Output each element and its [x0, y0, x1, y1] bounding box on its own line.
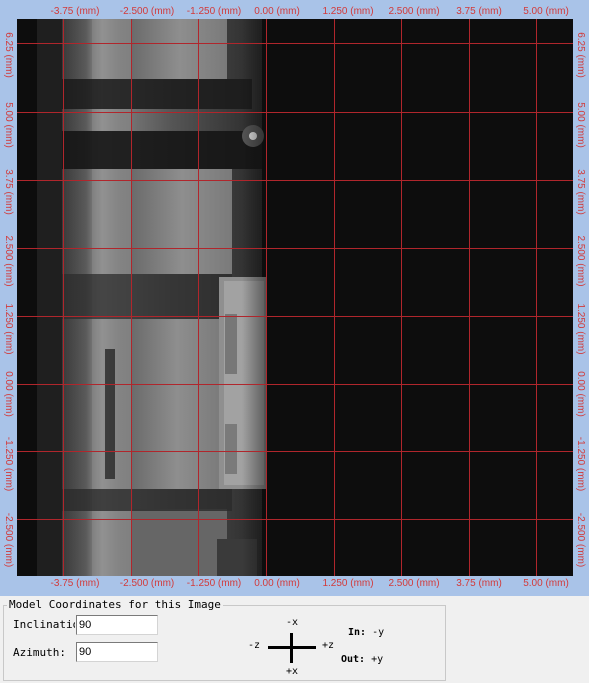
y-tick-label: 3.75 (mm)	[3, 169, 14, 215]
out-direction: Out: +y	[341, 654, 383, 666]
x-tick-label: 5.00 (mm)	[523, 578, 569, 589]
panel-title: Model Coordinates for this Image	[7, 598, 223, 612]
x-tick-label: 5.00 (mm)	[523, 6, 569, 17]
y-tick-label: 2.500 (mm)	[575, 235, 586, 287]
x-tick-label: -3.75 (mm)	[50, 578, 100, 589]
x-tick-label: 2.500 (mm)	[388, 578, 440, 589]
x-tick-label: -1.250 (mm)	[186, 6, 242, 17]
axis-left-label: -z	[248, 640, 261, 651]
x-tick-label: -2.500 (mm)	[119, 578, 175, 589]
y-tick-label: 2.500 (mm)	[3, 235, 14, 287]
x-tick-label: 1.250 (mm)	[322, 6, 374, 17]
inclination-label: Inclination:	[13, 618, 75, 631]
x-tick-label: 0.00 (mm)	[254, 578, 300, 589]
azimuth-input[interactable]	[76, 642, 158, 662]
x-tick-label: -1.250 (mm)	[186, 578, 242, 589]
x-tick-label: 3.75 (mm)	[456, 578, 502, 589]
axis-cross-icon	[268, 633, 316, 663]
azimuth-label: Azimuth:	[13, 646, 66, 659]
y-tick-label: 0.00 (mm)	[575, 371, 586, 417]
axis-right-label: +z	[322, 640, 335, 651]
y-tick-label: -2.500 (mm)	[575, 512, 586, 568]
axis-bottom-label: +x	[286, 666, 299, 677]
out-label: Out:	[341, 654, 366, 665]
y-tick-label: 3.75 (mm)	[575, 169, 586, 215]
y-tick-label: 0.00 (mm)	[3, 371, 14, 417]
y-tick-label: -1.250 (mm)	[575, 436, 586, 492]
x-tick-label: -2.500 (mm)	[119, 6, 175, 17]
y-tick-label: 1.250 (mm)	[3, 303, 14, 355]
x-tick-label: 0.00 (mm)	[254, 6, 300, 17]
xray-image-graphic	[17, 19, 573, 576]
axis-top-label: -x	[286, 617, 299, 628]
y-tick-label: 6.25 (mm)	[575, 32, 586, 78]
in-value: -y	[372, 627, 385, 638]
model-coordinates-panel	[3, 605, 446, 681]
y-tick-label: 5.00 (mm)	[575, 102, 586, 148]
out-value: +y	[371, 654, 384, 665]
y-tick-label: 5.00 (mm)	[3, 102, 14, 148]
x-tick-label: 1.250 (mm)	[322, 578, 374, 589]
y-tick-label: -1.250 (mm)	[3, 436, 14, 492]
xray-image[interactable]	[17, 19, 573, 576]
x-tick-label: 3.75 (mm)	[456, 6, 502, 17]
xray-image-viewer: -3.75 (mm) -2.500 (mm) -1.250 (mm) 0.00 …	[0, 0, 589, 596]
in-label: In:	[348, 627, 367, 638]
in-direction: In: -y	[348, 627, 384, 639]
y-tick-label: -2.500 (mm)	[3, 512, 14, 568]
y-tick-label: 6.25 (mm)	[3, 32, 14, 78]
inclination-input[interactable]	[76, 615, 158, 635]
y-tick-label: 1.250 (mm)	[575, 303, 586, 355]
x-tick-label: 2.500 (mm)	[388, 6, 440, 17]
x-tick-label: -3.75 (mm)	[50, 6, 100, 17]
